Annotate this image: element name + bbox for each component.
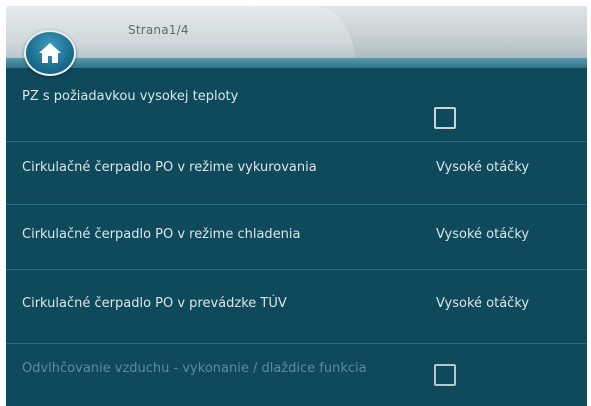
dehumidification-checkbox[interactable]	[434, 364, 456, 386]
setting-label: Cirkulačné čerpadlo PO v prevádzke TÚV	[22, 296, 287, 311]
setting-label: Odvlhčovanie vzduchu - vykonanie / dlažd…	[22, 361, 367, 376]
setting-value[interactable]: Vysoké otáčky	[436, 160, 529, 175]
header-stripe	[6, 58, 587, 68]
setting-row-pump-heating[interactable]: Cirkulačné čerpadlo PO v režime vykurova…	[6, 142, 587, 205]
setting-label: Cirkulačné čerpadlo PO v režime vykurova…	[22, 160, 317, 175]
setting-row-dehumidification: Odvlhčovanie vzduchu - vykonanie / dlažd…	[6, 344, 587, 406]
home-button[interactable]	[24, 30, 76, 76]
setting-row-pump-dhw[interactable]: Cirkulačné čerpadlo PO v prevádzke TÚV V…	[6, 270, 587, 344]
header-bar: Strana1/4	[6, 6, 587, 68]
high-temp-request-checkbox[interactable]	[434, 107, 456, 129]
setting-label: Cirkulačné čerpadlo PO v režime chladeni…	[22, 227, 301, 242]
setting-label: PZ s požiadavkou vysokej teploty	[22, 89, 239, 104]
setting-value[interactable]: Vysoké otáčky	[436, 296, 529, 311]
home-icon	[39, 43, 61, 63]
setting-row-high-temp-request: PZ s požiadavkou vysokej teploty	[6, 79, 587, 142]
setting-value[interactable]: Vysoké otáčky	[436, 227, 529, 242]
setting-row-pump-cooling[interactable]: Cirkulačné čerpadlo PO v režime chladeni…	[6, 205, 587, 270]
settings-screen: Strana1/4 PZ s požiadavkou vysokej teplo…	[6, 6, 587, 406]
page-indicator: Strana1/4	[128, 23, 189, 37]
